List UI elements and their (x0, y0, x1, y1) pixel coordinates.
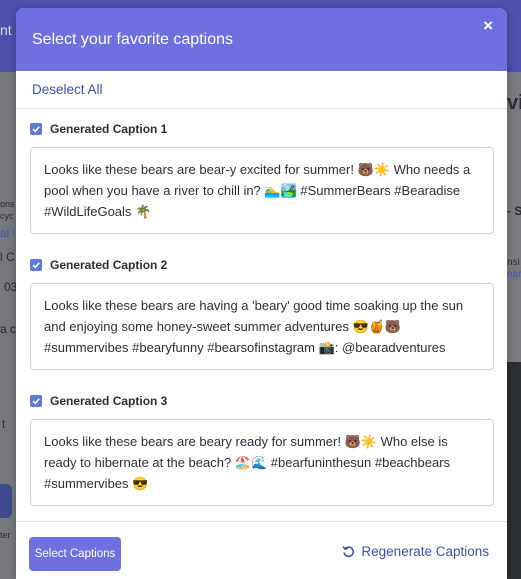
caption-text-box[interactable]: Looks like these bears are bear-y excite… (30, 147, 494, 234)
background-fragment: - S (507, 204, 521, 218)
background-fragment: ons (0, 199, 15, 209)
refresh-icon (342, 546, 355, 558)
background-right-panel: vi - S nsi nar (507, 72, 521, 579)
modal-footer: Select Captions Regenerate Captions (16, 521, 507, 579)
caption-checkbox[interactable] (30, 259, 42, 271)
caption-text-box[interactable]: Looks like these bears are beary ready f… (30, 419, 494, 506)
background-header-text: nt (0, 22, 12, 38)
background-button (0, 484, 12, 518)
caption-checkbox[interactable] (30, 395, 42, 407)
regenerate-captions-button[interactable]: Regenerate Captions (342, 544, 489, 559)
caption-header: Generated Caption 1 (30, 121, 494, 137)
background-fragment: l C (0, 250, 15, 264)
caption-item: Generated Caption 3 Looks like these bea… (30, 393, 494, 506)
modal-header: Select your favorite captions × (16, 8, 507, 71)
caption-checkbox[interactable] (30, 123, 42, 135)
caption-label: Generated Caption 2 (50, 258, 168, 272)
checkmark-icon (32, 262, 40, 269)
modal-title: Select your favorite captions (32, 30, 233, 48)
select-captions-button[interactable]: Select Captions (29, 537, 121, 571)
background-fragment: nar (507, 269, 521, 280)
background-image (507, 362, 521, 579)
caption-text-box[interactable]: Looks like these bears are having a 'bea… (30, 283, 494, 370)
caption-item: Generated Caption 2 Looks like these bea… (30, 257, 494, 370)
caption-header: Generated Caption 3 (30, 393, 494, 409)
background-fragment: ter (0, 530, 11, 540)
background-fragment: cyc (0, 211, 14, 221)
background-fragment: t (2, 417, 6, 431)
background-fragment: a c (0, 322, 17, 336)
regenerate-label: Regenerate Captions (361, 544, 489, 559)
caption-header: Generated Caption 2 (30, 257, 494, 273)
close-icon[interactable]: × (483, 16, 493, 36)
caption-selection-modal: Select your favorite captions × Deselect… (16, 8, 507, 579)
checkmark-icon (32, 126, 40, 133)
caption-item: Generated Caption 1 Looks like these bea… (30, 121, 494, 234)
deselect-bar: Deselect All (16, 71, 507, 109)
background-fragment: nsi (507, 257, 520, 268)
background-heading: vi (507, 92, 521, 114)
caption-label: Generated Caption 1 (50, 122, 168, 136)
checkmark-icon (32, 398, 40, 405)
deselect-all-link[interactable]: Deselect All (32, 82, 103, 97)
caption-label: Generated Caption 3 (50, 394, 168, 408)
